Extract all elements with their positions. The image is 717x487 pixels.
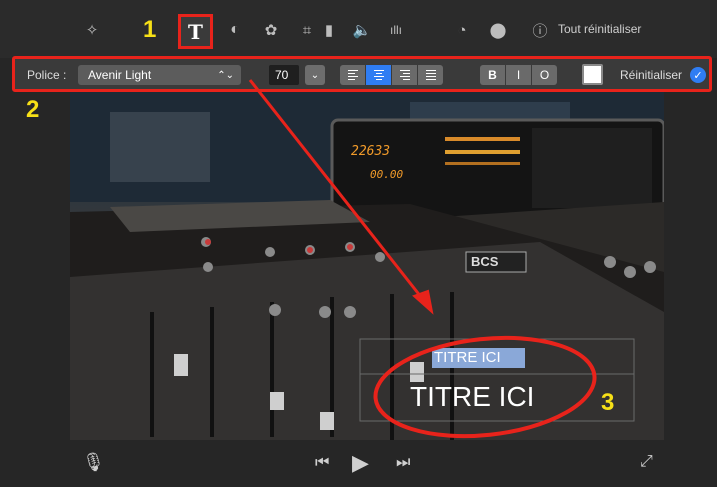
microphone-icon[interactable]: 🎙 [82, 452, 105, 473]
fullscreen-icon[interactable]: ⤢ [640, 453, 653, 471]
play-icon[interactable]: ▶ [352, 450, 369, 476]
annotation-arrow [248, 79, 434, 315]
next-icon[interactable]: ⏭ [396, 454, 410, 472]
playback-bar: 🎙 ⏮ ▶ ⏭ ⤢ [70, 440, 664, 487]
previous-icon[interactable]: ⏮ [315, 454, 329, 472]
